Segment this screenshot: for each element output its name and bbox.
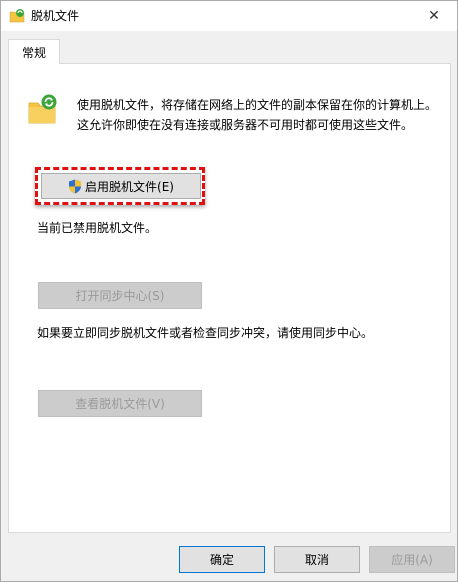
uac-shield-icon: [69, 179, 82, 193]
offline-folder-sync-icon: [28, 94, 57, 124]
open-sync-center-button[interactable]: 打开同步中心(S): [38, 282, 202, 309]
sync-note-text: 如果要立即同步脱机文件或者检查同步冲突，请使用同步中心。: [37, 326, 374, 340]
tab-general[interactable]: 常规: [8, 39, 60, 64]
close-button[interactable]: ✕: [411, 1, 457, 31]
close-icon: ✕: [428, 8, 440, 24]
enable-offline-files-button[interactable]: 启用脱机文件(E): [41, 173, 201, 199]
enable-button-label: 启用脱机文件(E): [85, 179, 174, 194]
view-offline-files-button[interactable]: 查看脱机文件(V): [38, 390, 202, 417]
offline-files-dialog: 脱机文件 ✕ 常规 使用脱机文件，将存储在网络上的文件的副本保留在你的计算机上。…: [0, 0, 458, 582]
cancel-button[interactable]: 取消: [274, 546, 360, 573]
ok-button[interactable]: 确定: [179, 546, 265, 573]
status-text: 当前已禁用脱机文件。: [37, 221, 158, 235]
description-text: 使用脱机文件，将存储在网络上的文件的副本保留在你的计算机上。这允许你即使在没有连…: [77, 98, 438, 132]
offline-files-icon: [9, 9, 25, 23]
window-title: 脱机文件: [31, 9, 80, 23]
title-bar: 脱机文件 ✕: [1, 1, 457, 31]
apply-button[interactable]: 应用(A): [369, 546, 455, 573]
